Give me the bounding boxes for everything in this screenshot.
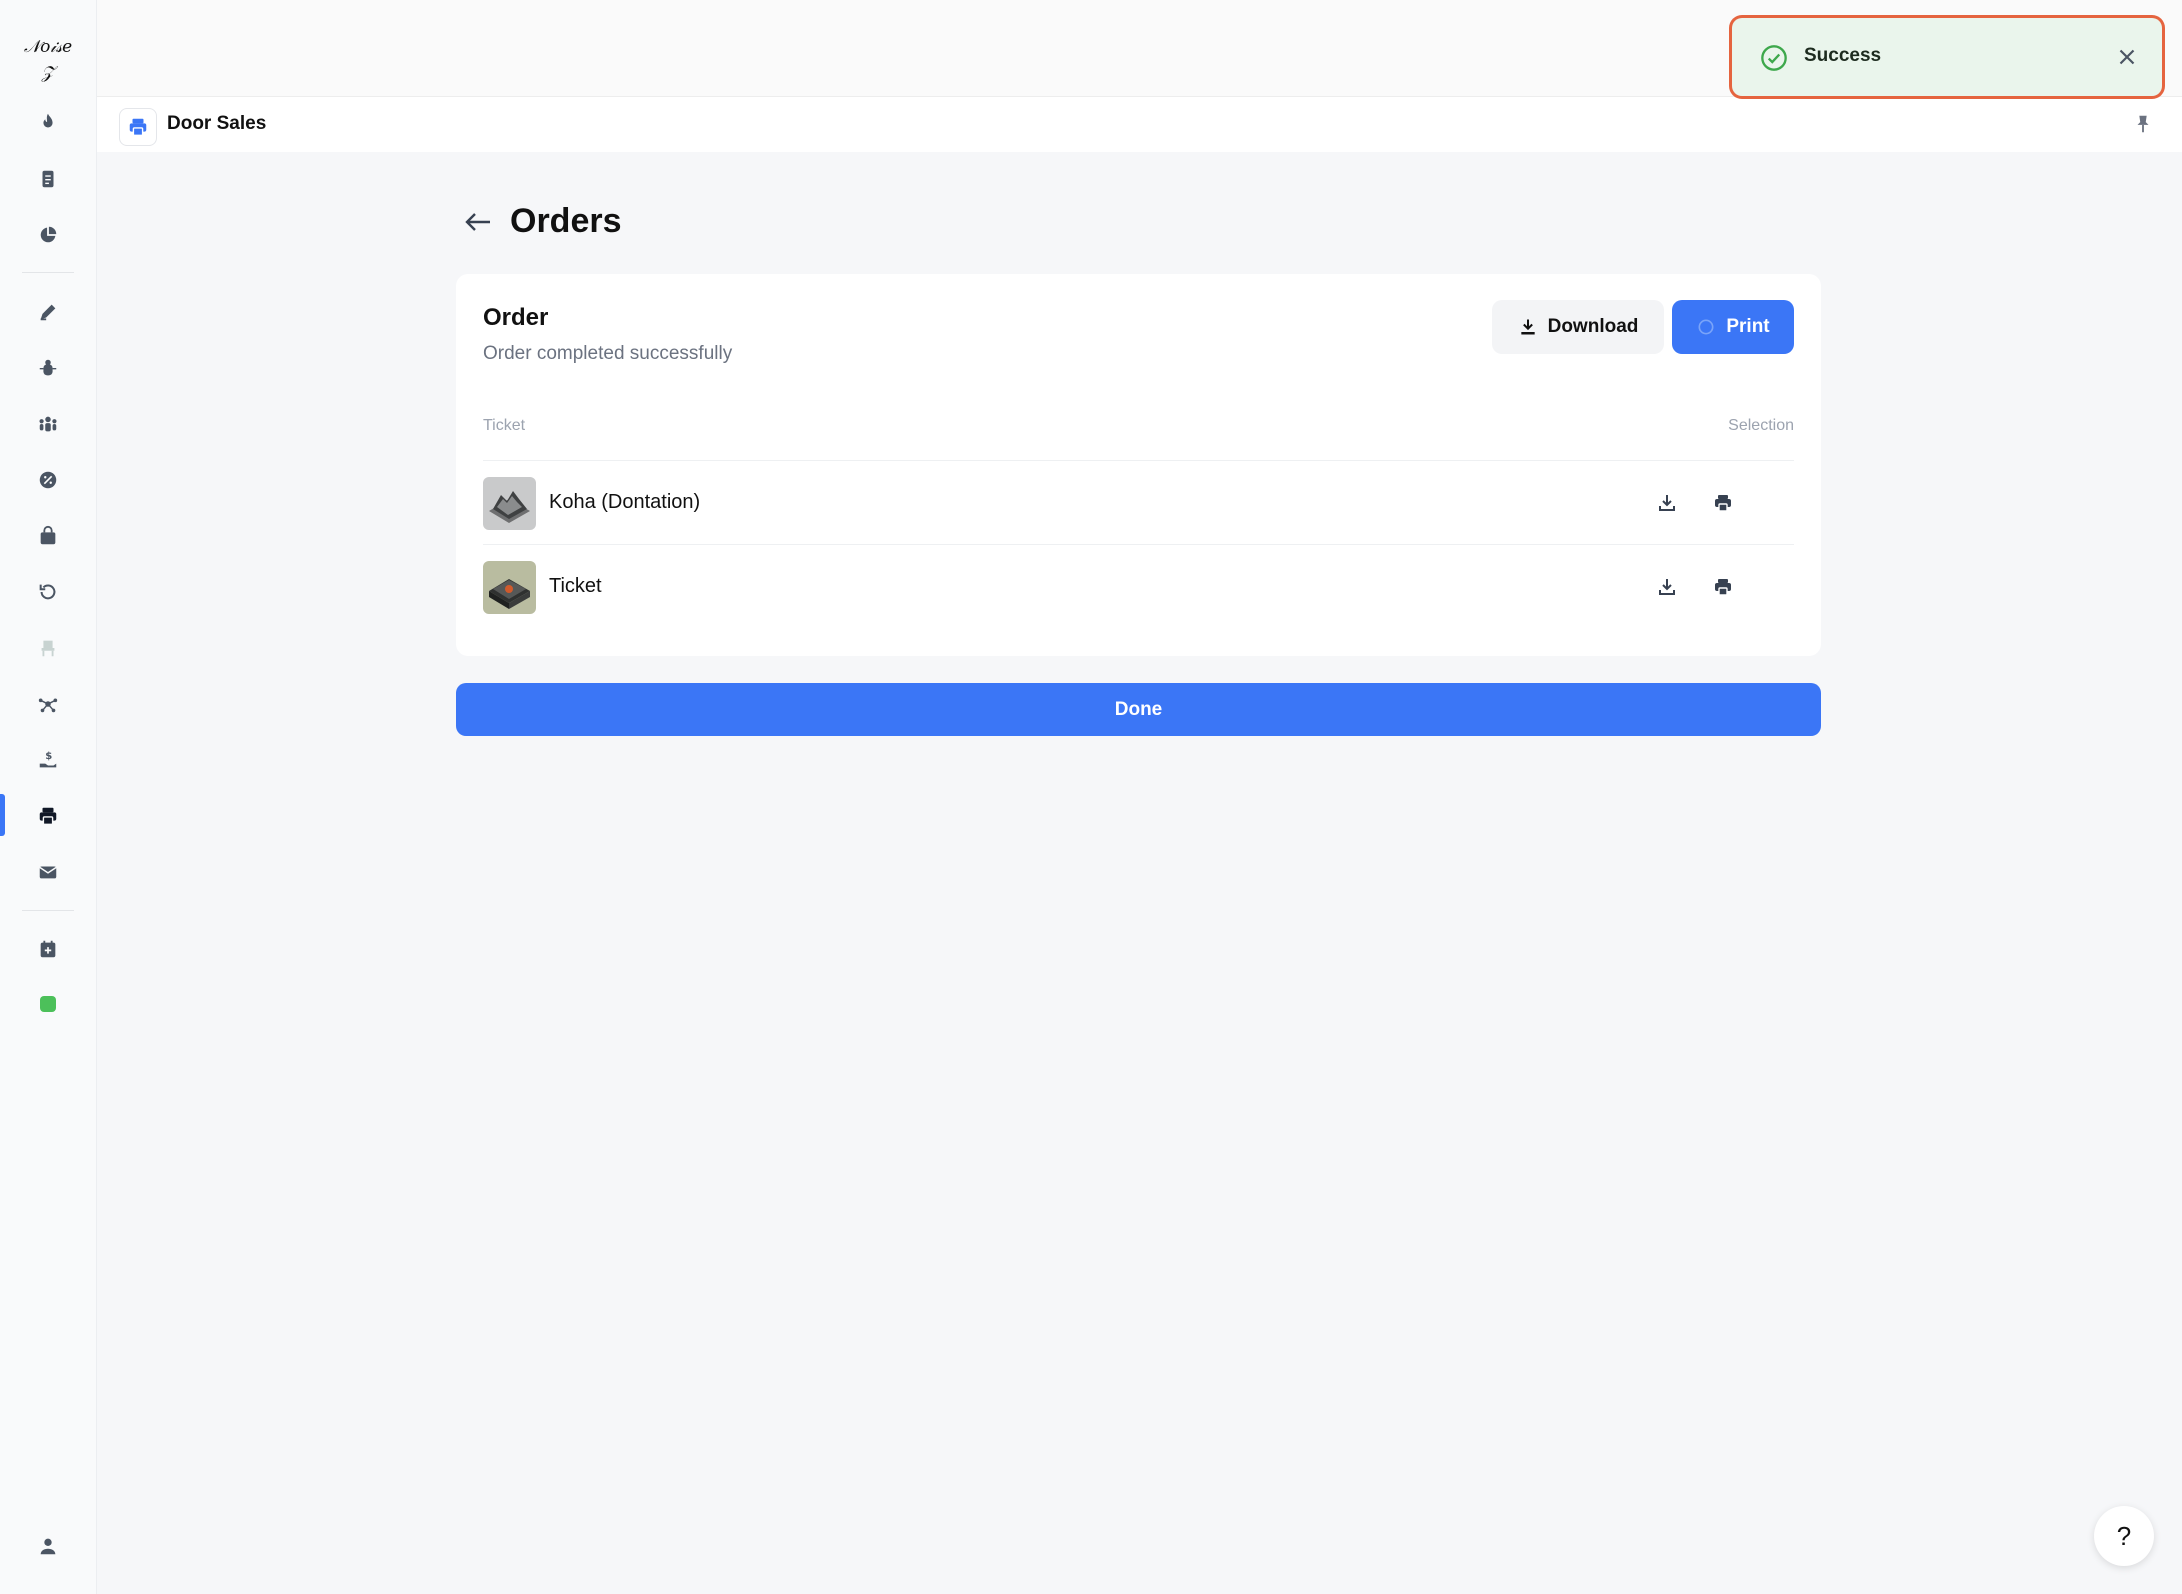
- table-row: Ticket: [483, 544, 1794, 629]
- donation-icon[interactable]: $: [28, 740, 68, 780]
- order-status-text: Order completed successfully: [483, 343, 733, 364]
- column-header-ticket: Ticket: [483, 417, 526, 434]
- edit-icon[interactable]: [28, 292, 68, 332]
- svg-text:$: $: [45, 751, 52, 762]
- chair-icon[interactable]: [28, 628, 68, 668]
- brand-logo[interactable]: 𝒩𝑜𝒾𝓈𝑒 𝒵: [20, 34, 76, 83]
- check-circle-icon: [1761, 45, 1787, 71]
- bag-icon[interactable]: [28, 516, 68, 556]
- sidebar: 𝒩𝑜𝒾𝓈𝑒 𝒵 $: [0, 0, 97, 1594]
- refresh-icon[interactable]: [28, 572, 68, 612]
- download-icon[interactable]: [1655, 491, 1679, 515]
- ticket-name: Ticket: [549, 575, 602, 597]
- pie-chart-icon[interactable]: [28, 215, 68, 255]
- order-card: Order Order completed successfully Downl…: [456, 274, 1821, 656]
- download-label: Download: [1547, 316, 1639, 337]
- ticket-thumbnail: [483, 561, 536, 614]
- success-toast: Success: [1732, 18, 2162, 96]
- done-button[interactable]: Done: [456, 683, 1821, 736]
- document-icon[interactable]: [28, 159, 68, 199]
- door-sales-icon: [119, 108, 157, 146]
- print-button[interactable]: Print: [1672, 300, 1794, 354]
- module-header: Door Sales: [97, 97, 2182, 152]
- help-button[interactable]: ?: [2094, 1506, 2154, 1566]
- network-icon[interactable]: [28, 684, 68, 724]
- bug-icon[interactable]: [28, 348, 68, 388]
- toast-message: Success: [1804, 45, 1882, 66]
- column-header-selection: Selection: [1728, 417, 1794, 434]
- module-title: Door Sales: [167, 113, 267, 134]
- ticket-name: Koha (Dontation): [549, 491, 701, 513]
- calendar-add-icon[interactable]: [28, 929, 68, 969]
- team-icon[interactable]: [28, 404, 68, 444]
- discount-icon[interactable]: [28, 460, 68, 500]
- pin-icon[interactable]: [2132, 113, 2154, 135]
- printer-icon[interactable]: [28, 796, 68, 836]
- back-arrow-icon[interactable]: [462, 208, 494, 236]
- printer-icon: [1698, 319, 1714, 335]
- print-label: Print: [1726, 316, 1770, 337]
- status-icon[interactable]: [40, 996, 56, 1012]
- active-indicator: [0, 794, 5, 836]
- download-icon[interactable]: [1655, 575, 1679, 599]
- close-icon[interactable]: [2114, 44, 2140, 70]
- order-title: Order: [483, 304, 549, 331]
- download-button[interactable]: Download: [1492, 300, 1664, 354]
- printer-icon[interactable]: [1711, 491, 1735, 515]
- flame-icon[interactable]: [28, 102, 68, 142]
- printer-icon[interactable]: [1711, 575, 1735, 599]
- user-icon[interactable]: [28, 1526, 68, 1566]
- mail-icon[interactable]: [28, 852, 68, 892]
- ticket-thumbnail: [483, 477, 536, 530]
- download-icon: [1520, 319, 1535, 335]
- page-title: Orders: [510, 202, 622, 240]
- table-row: Koha (Dontation): [483, 460, 1794, 545]
